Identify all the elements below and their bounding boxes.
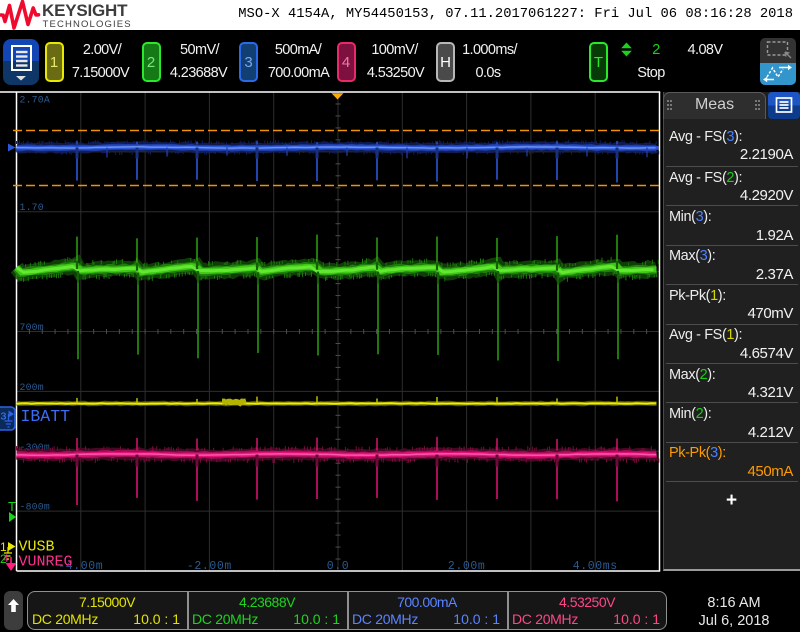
- svg-text:VUNREG: VUNREG: [19, 554, 73, 571]
- svg-text:200m: 200m: [20, 382, 44, 393]
- svg-text:-800m: -800m: [20, 502, 50, 513]
- svg-text:IBATT: IBATT: [21, 407, 71, 426]
- svg-text:2.00m: 2.00m: [448, 560, 486, 573]
- svg-text:-2.00m: -2.00m: [187, 560, 232, 573]
- svg-text:1.70: 1.70: [20, 202, 44, 213]
- svg-text:0.0: 0.0: [327, 560, 350, 573]
- svg-text:T: T: [8, 499, 16, 514]
- svg-text:4.00ms: 4.00ms: [573, 560, 618, 573]
- svg-text:2.70A: 2.70A: [20, 95, 50, 106]
- svg-text:700m: 700m: [20, 322, 44, 333]
